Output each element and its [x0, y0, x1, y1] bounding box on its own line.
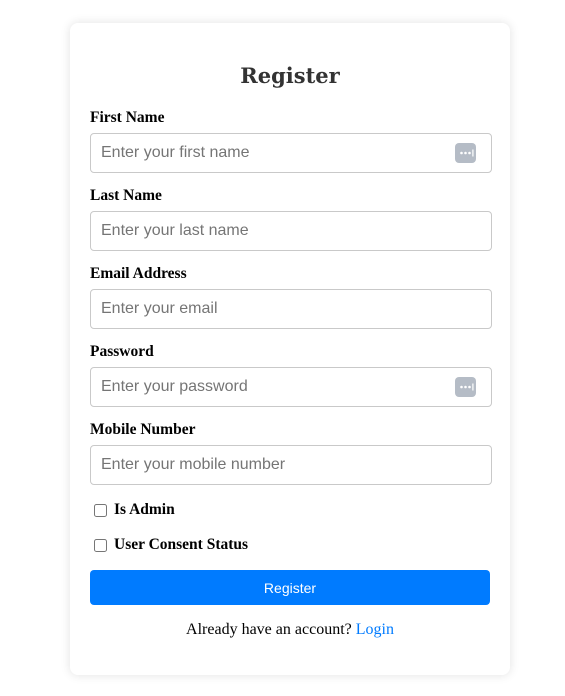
last-name-input[interactable]: [91, 212, 491, 250]
register-button[interactable]: Register: [90, 570, 490, 605]
form-title: Register: [240, 63, 340, 88]
login-link[interactable]: Login: [356, 621, 394, 638]
email-label: Email Address: [90, 265, 187, 282]
first-name-field: [90, 133, 492, 173]
login-prompt: Already have an account? Login: [70, 621, 510, 639]
email-input[interactable]: [91, 290, 491, 328]
password-manager-icon[interactable]: [455, 377, 476, 397]
email-field: [90, 289, 492, 329]
last-name-label: Last Name: [90, 187, 162, 204]
login-prompt-text: Already have an account?: [186, 621, 352, 638]
is-admin-label[interactable]: Is Admin: [114, 501, 175, 519]
first-name-label: First Name: [90, 109, 165, 126]
first-name-input[interactable]: [91, 134, 491, 172]
password-input[interactable]: [91, 368, 491, 406]
password-field: [90, 367, 492, 407]
mobile-field: [90, 445, 492, 485]
is-admin-checkbox[interactable]: [94, 504, 107, 517]
mobile-label: Mobile Number: [90, 421, 196, 438]
register-card: Register First Name Last Name Email Addr…: [70, 23, 510, 675]
password-manager-icon[interactable]: [455, 143, 476, 163]
last-name-field: [90, 211, 492, 251]
user-consent-checkbox[interactable]: [94, 539, 107, 552]
mobile-input[interactable]: [91, 446, 491, 484]
user-consent-label[interactable]: User Consent Status: [114, 536, 248, 554]
password-label: Password: [90, 343, 154, 360]
